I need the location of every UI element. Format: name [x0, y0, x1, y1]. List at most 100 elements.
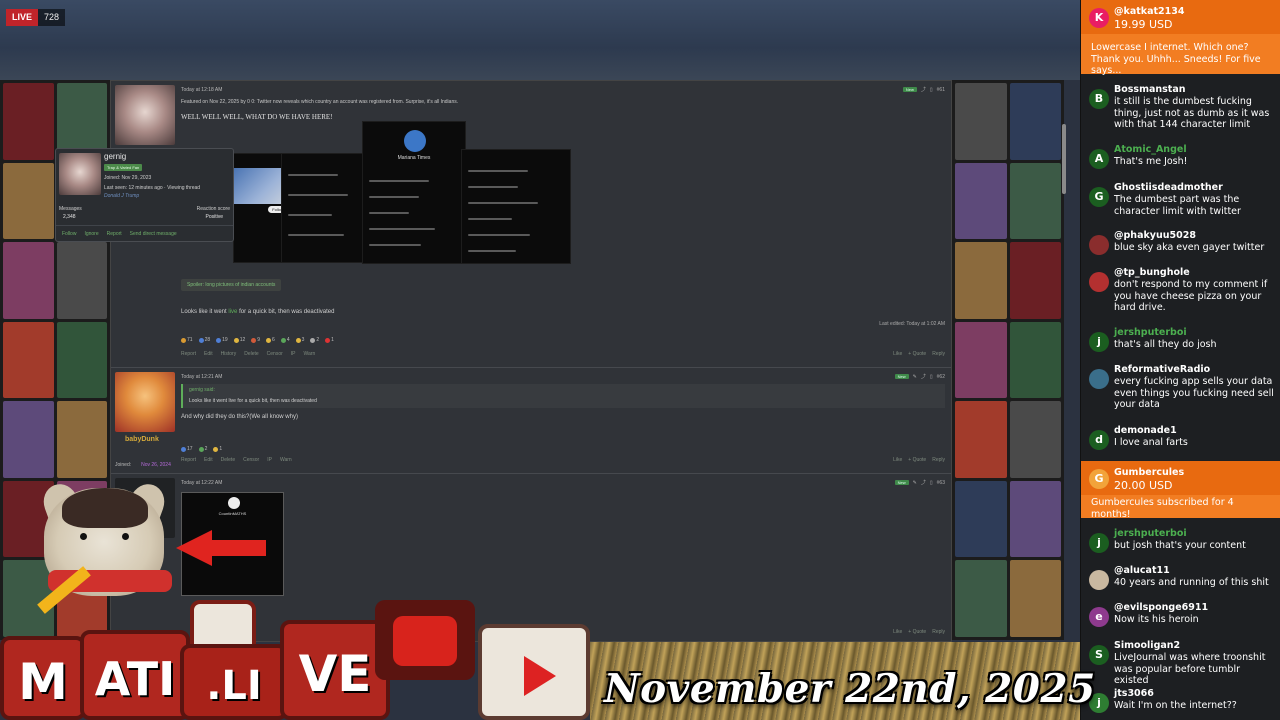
post-number[interactable]: #63 [937, 480, 945, 486]
reaction-bar[interactable]: 17 2 1 [181, 446, 222, 452]
avatar[interactable]: G [1089, 469, 1109, 489]
chat-scrollbar[interactable] [1062, 124, 1066, 194]
avatar[interactable] [115, 372, 175, 432]
post-action-link[interactable]: IP [267, 457, 272, 463]
post-action-link[interactable]: History [221, 351, 237, 357]
post-action-link[interactable]: Send direct message [130, 231, 177, 237]
avatar[interactable] [1089, 272, 1109, 292]
reaction[interactable]: 17 [181, 446, 193, 452]
quote-block[interactable]: gernig said: Looks like it went live for… [181, 384, 945, 408]
share-icon[interactable]: ⤴ [921, 479, 926, 486]
avatar[interactable] [1089, 570, 1109, 590]
bookmark-icon[interactable]: ▯ [930, 87, 933, 93]
chat-username[interactable]: Bossmanstan [1114, 84, 1186, 95]
donor-name[interactable]: Gumbercules [1114, 467, 1184, 478]
post-action-link[interactable]: Report [181, 457, 196, 463]
edit-icon[interactable]: ✎ [913, 374, 917, 380]
reaction[interactable]: 3 [295, 337, 304, 343]
post-action-link[interactable]: Warn [304, 351, 316, 357]
reaction[interactable]: 28 [198, 337, 210, 343]
reaction-bar[interactable]: 71 28 19 12 9 6 4 3 2 1 [181, 337, 334, 343]
post-action-link[interactable]: Reply [932, 457, 945, 463]
bookmark-icon[interactable]: ▯ [930, 374, 933, 380]
avatar[interactable] [115, 85, 175, 145]
chat-username[interactable]: ReformativeRadio [1114, 364, 1210, 375]
screenshot-image[interactable] [281, 153, 363, 263]
post-action-link[interactable]: Warn [280, 457, 292, 463]
share-icon[interactable]: ⤴ [921, 86, 926, 93]
reaction[interactable]: 1 [325, 337, 334, 343]
avatar[interactable]: d [1089, 430, 1109, 450]
post-action-link[interactable]: Delete [244, 351, 258, 357]
art-collage-right [952, 80, 1064, 640]
post-action-link[interactable]: Reply [932, 351, 945, 357]
reaction-icon [198, 446, 204, 452]
chat-username[interactable]: @tp_bunghole [1114, 267, 1190, 278]
reaction[interactable]: 9 [251, 337, 260, 343]
bookmark-icon[interactable]: ▯ [930, 480, 933, 486]
post-action-link[interactable]: Censor [243, 457, 259, 463]
avatar[interactable] [1089, 369, 1109, 389]
avatar[interactable]: j [1089, 533, 1109, 553]
post-action-link[interactable]: + Quote [908, 629, 926, 635]
post-action-link[interactable]: Edit [204, 457, 213, 463]
reaction[interactable]: 2 [310, 337, 319, 343]
post-number[interactable]: #61 [937, 87, 945, 93]
reaction[interactable]: 19 [216, 337, 228, 343]
donor-name[interactable]: @katkat2134 [1114, 6, 1184, 17]
post-action-link[interactable]: Report [107, 231, 122, 237]
post-timestamp[interactable]: Today at 12:21 AM [181, 374, 222, 380]
post-action-link[interactable]: Report [181, 351, 196, 357]
post-action-link[interactable]: Follow [62, 231, 76, 237]
avatar[interactable]: G [1089, 187, 1109, 207]
post-action-link[interactable]: IP [291, 351, 296, 357]
post-action-link[interactable]: Ignore [84, 231, 98, 237]
embedded-screenshots[interactable]: Follow Mariana Times [181, 121, 571, 264]
avatar[interactable]: S [1089, 645, 1109, 665]
screenshot-image[interactable]: Mariana Times [362, 121, 466, 264]
post-action-link[interactable]: Reply [932, 629, 945, 635]
post-action-link[interactable]: + Quote [908, 457, 926, 463]
post-action-link[interactable]: Edit [204, 351, 213, 357]
avatar[interactable]: B [1089, 89, 1109, 109]
post-action-link[interactable]: + Quote [908, 351, 926, 357]
chat-username[interactable]: jershputerboi [1114, 528, 1187, 539]
edit-icon[interactable]: ✎ [913, 480, 917, 486]
chat-username[interactable]: Ghostiisdeadmother [1114, 182, 1223, 193]
avatar[interactable]: A [1089, 149, 1109, 169]
chat-username[interactable]: demonade1 [1114, 425, 1177, 436]
post-number[interactable]: #62 [937, 374, 945, 380]
spoiler-button[interactable]: Spoiler: long pictures of indian account… [181, 279, 282, 291]
post-action-link[interactable]: Like [893, 351, 902, 357]
live-link[interactable]: live [228, 309, 237, 315]
post-action-link[interactable]: Delete [221, 457, 235, 463]
avatar[interactable]: K [1089, 8, 1109, 28]
chat-username[interactable]: jershputerboi [1114, 327, 1187, 338]
avatar[interactable]: e [1089, 607, 1109, 627]
post-timestamp[interactable]: Today at 12:18 AM [181, 87, 222, 93]
post-username[interactable]: babyDunk [125, 436, 159, 443]
chat-username[interactable]: @phakyuu5028 [1114, 230, 1196, 241]
reaction[interactable]: 4 [280, 337, 290, 343]
avatar[interactable]: j [1089, 332, 1109, 352]
post-action-link[interactable]: Like [893, 629, 902, 635]
reaction[interactable]: 1 [213, 446, 222, 452]
reaction[interactable]: 2 [198, 446, 207, 452]
chat-username[interactable]: Atomic_Angel [1114, 144, 1187, 155]
reaction[interactable]: 71 [181, 337, 193, 343]
post-action-link[interactable]: Like [893, 457, 902, 463]
quote-author[interactable]: gernig said: [189, 387, 939, 393]
post-timestamp[interactable]: Today at 12:22 AM [181, 480, 222, 486]
chat-username[interactable]: jts3066 [1114, 688, 1154, 699]
reaction[interactable]: 6 [266, 337, 275, 343]
chat-username[interactable]: @evilsponge6911 [1114, 602, 1208, 613]
screenshot-image[interactable] [461, 149, 571, 264]
chat-username[interactable]: @alucat11 [1114, 565, 1170, 576]
chat-username[interactable]: Simooligan2 [1114, 640, 1180, 651]
avatar[interactable] [1089, 235, 1109, 255]
reaction[interactable]: 12 [233, 337, 245, 343]
avatar[interactable] [59, 153, 101, 195]
share-icon[interactable]: ⤴ [921, 373, 926, 380]
post-action-link[interactable]: Censor [267, 351, 283, 357]
profile-username[interactable]: gernig [104, 152, 126, 161]
